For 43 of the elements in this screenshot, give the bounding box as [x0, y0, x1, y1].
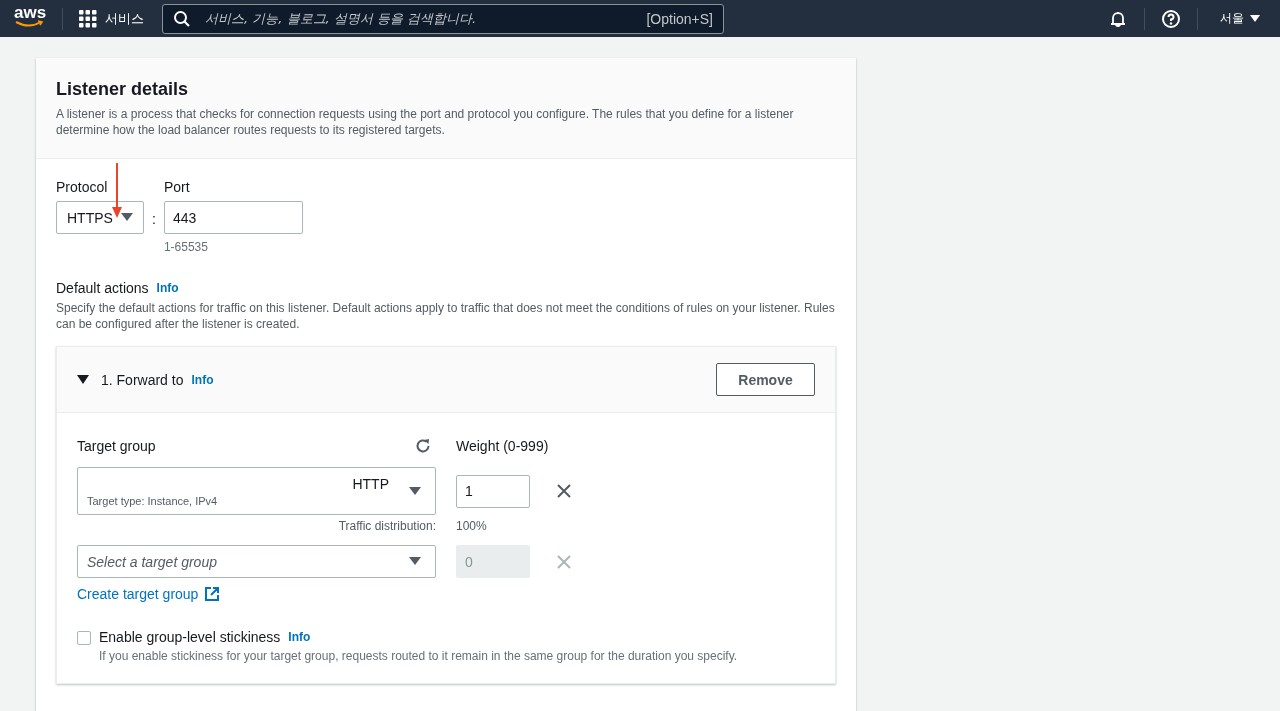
weight-field[interactable]: 1: [456, 474, 530, 508]
search-bar[interactable]: 서비스, 기능, 블로그, 설명서 등을 검색합니다. [Option+S]: [162, 3, 724, 34]
help-icon[interactable]: [1161, 8, 1181, 29]
caret-icon: [1250, 14, 1260, 23]
action-title: 1. Forward to: [101, 371, 184, 388]
stickiness-label: Enable group-level stickiness: [99, 629, 281, 645]
search-icon: [173, 9, 191, 28]
stickiness-checkbox[interactable]: [77, 631, 91, 645]
protocol-label: Protocol: [56, 179, 109, 195]
search-field[interactable]: 서비스, 기능, 블로그, 설명서 등을 검색합니다.: [203, 10, 635, 27]
caret-icon[interactable]: [77, 374, 89, 385]
protocol-select[interactable]: HTTPS: [56, 201, 144, 234]
grid-icon: [79, 9, 97, 28]
services-menu-button[interactable]: 서비스: [79, 9, 144, 28]
close-icon[interactable]: [556, 483, 572, 499]
info-link[interactable]: Info: [288, 630, 311, 644]
caret-icon: [121, 213, 133, 222]
pointer-arrow: [112, 163, 122, 219]
stickiness-description: If you enable stickiness for your target group, requests routed to it remain in the same group for the duration you specify.: [99, 649, 738, 663]
port-hint: 1-65535: [163, 240, 209, 254]
section-description: A listener is a process that checks for connection requests using the port and protocol you configure. The rules that you define for a listener determine how the load balancer routes requests to its registered targets.: [56, 106, 795, 138]
separator: :: [152, 211, 156, 227]
default-actions-label: Default actions: [56, 280, 149, 296]
caret-icon: [409, 557, 421, 566]
external-link-icon: [204, 586, 221, 602]
create-target-group-link[interactable]: Create target group: [77, 586, 221, 602]
port-label: Port: [163, 179, 191, 195]
refresh-icon[interactable]: [414, 437, 432, 455]
weight-label: Weight (0-999): [456, 438, 550, 454]
target-group-select[interactable]: HTTP Target type: Instance, IPv4: [77, 467, 436, 515]
region-menu-button[interactable]: 서울: [1214, 9, 1266, 28]
info-link[interactable]: Info: [156, 281, 179, 295]
caret-icon: [409, 486, 421, 496]
shortcut-hint: [Option+S]: [646, 10, 713, 27]
aws-logo[interactable]: aws: [14, 5, 46, 32]
default-actions-description: Specify the default actions for traffic on this listener. Default actions apply to traffic that does not meet the conditions of rules on your listener. Rules can be configured after the listener is created.: [56, 300, 836, 332]
section-title: Listener details: [56, 79, 190, 100]
info-link[interactable]: Info: [191, 372, 214, 387]
traffic-distribution-label: Traffic distribution:: [338, 519, 436, 533]
port-field[interactable]: 443: [163, 201, 303, 234]
remove-button[interactable]: Remove: [716, 363, 815, 396]
target-group-label: Target group: [77, 438, 156, 454]
traffic-distribution-value: 100%: [456, 519, 488, 533]
